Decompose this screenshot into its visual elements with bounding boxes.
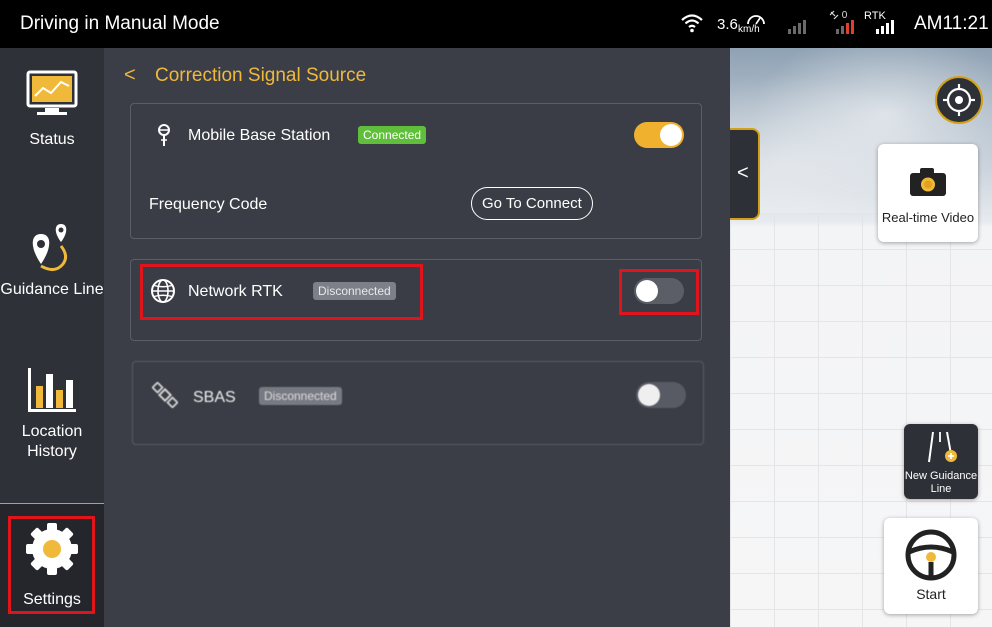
real-time-video-button[interactable]: Real-time Video [878, 144, 978, 242]
frequency-code-label: Frequency Code [149, 196, 268, 213]
collapse-panel-button[interactable]: < [730, 128, 760, 220]
mobile-base-station-toggle[interactable] [634, 122, 684, 148]
new-guidance-line-button[interactable]: New Guidance Line [904, 424, 978, 499]
sbas-card: SBAS Disconnected [132, 361, 704, 445]
speedometer-icon [747, 15, 765, 25]
speed-value: 3.6 [717, 16, 738, 33]
highlight-box-settings [8, 516, 95, 614]
camera-icon [910, 168, 946, 196]
highlight-box-network-rtk [140, 264, 423, 320]
go-to-connect-button[interactable]: Go To Connect [471, 187, 593, 220]
chevron-left-icon: < [737, 162, 749, 184]
satellite-icon [152, 382, 178, 408]
map-view[interactable]: < Real-time Video New Guidance Line Star… [730, 48, 992, 627]
status-badge-disconnected: Disconnected [259, 387, 342, 405]
route-pin-icon [32, 224, 68, 271]
bar-chart-icon [28, 368, 76, 412]
sidebar-item-label: Status [29, 131, 75, 148]
satellite-signal-icon [836, 20, 854, 34]
mode-title: Driving in Manual Mode [20, 13, 220, 34]
real-time-video-label: Real-time Video [881, 210, 975, 225]
sbas-label: SBAS [193, 389, 236, 406]
back-button[interactable]: < [124, 64, 136, 87]
toggle-knob [660, 124, 682, 146]
steering-wheel-icon [905, 529, 957, 581]
mobile-base-station-label: Mobile Base Station [188, 127, 331, 144]
locate-button[interactable] [935, 76, 983, 124]
cellular-signal-icon [788, 20, 806, 34]
sidebar-item-status[interactable]: Status [0, 70, 104, 150]
sidebar-item-location-history[interactable]: Location History [0, 364, 104, 462]
new-line-icon [928, 431, 957, 463]
toggle-knob [638, 384, 660, 406]
start-button[interactable]: Start [884, 518, 978, 614]
settings-panel: < Correction Signal Source Mobile Base S… [104, 48, 730, 627]
sidebar-item-label: Guidance Line [0, 281, 104, 298]
page-title: < Correction Signal Source [124, 64, 366, 87]
sidebar-item-label: Location [21, 423, 83, 440]
sidebar-item-guidance-line[interactable]: Guidance Line [0, 220, 104, 300]
rtk-signal-icon [876, 20, 894, 34]
clock: AM11:21 [914, 13, 989, 34]
satellite-icon [829, 10, 839, 20]
speed-unit: km/h [738, 24, 760, 35]
sbas-toggle[interactable] [636, 382, 686, 408]
sidebar-item-label-line2: History [27, 443, 77, 460]
page-title-text: Correction Signal Source [154, 65, 367, 86]
mobile-base-station-card: Mobile Base Station Connected Frequency … [130, 103, 702, 239]
crosshair-icon [943, 84, 975, 116]
status-bar: Driving in Manual Mode 3.6 km/h 0 RTK AM… [0, 0, 992, 48]
start-label: Start [916, 586, 946, 602]
status-badge-connected: Connected [358, 126, 427, 144]
antenna-icon [158, 124, 170, 146]
wifi-icon [681, 14, 703, 33]
chart-monitor-icon [26, 70, 78, 115]
highlight-box-network-toggle [619, 269, 699, 315]
new-guidance-line-label: New Guidance Line [904, 470, 978, 495]
